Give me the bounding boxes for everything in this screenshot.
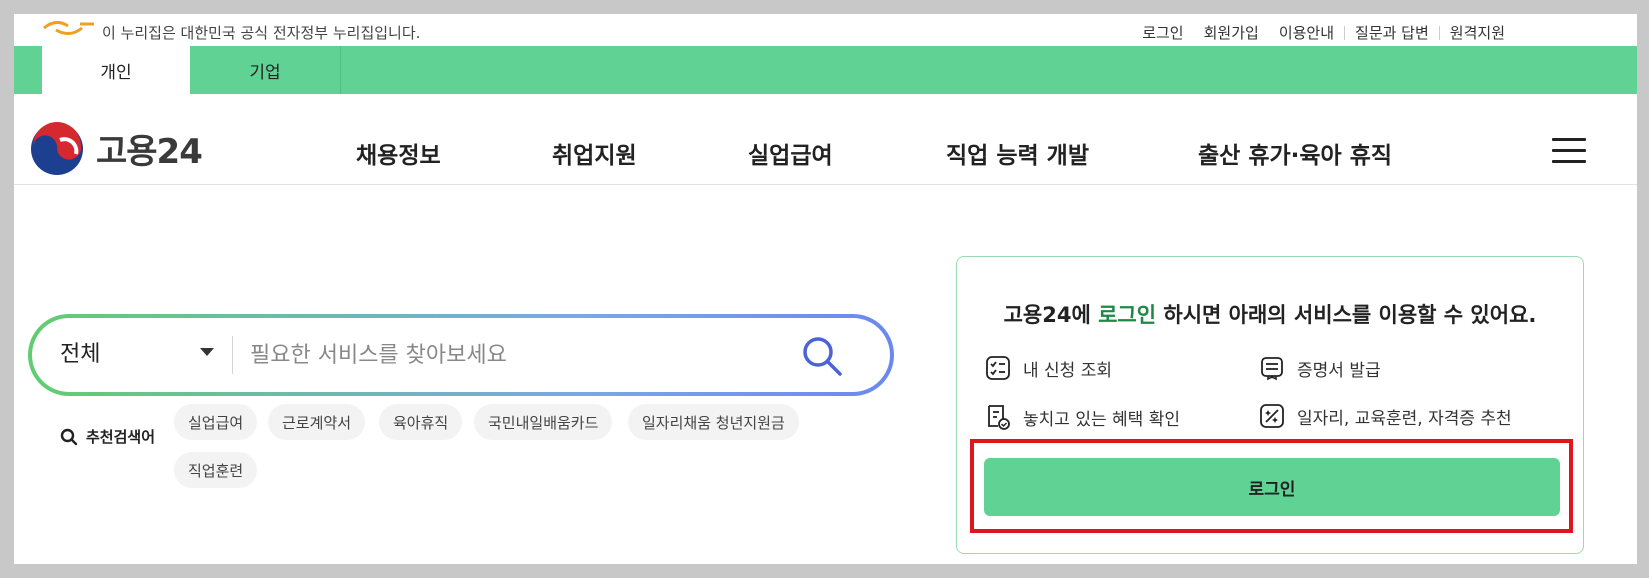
search-icon[interactable]: [798, 332, 846, 380]
overlay-bottom-edge: [0, 564, 1649, 578]
keyword-chip[interactable]: 직업훈련: [174, 452, 258, 488]
service-item[interactable]: 일자리, 교육훈련, 자격증 추천: [1259, 403, 1512, 429]
search-divider: [232, 336, 233, 374]
chevron-down-icon[interactable]: [200, 348, 214, 356]
title-suffix: 하시면 아래의 서비스를 이용할 수 있어요.: [1156, 303, 1537, 327]
login-panel-title: 고용24에 로그인 하시면 아래의 서비스를 이용할 수 있어요.: [957, 299, 1583, 329]
menu-skill-development[interactable]: 직업 능력 개발: [946, 136, 1089, 170]
util-signup-link[interactable]: 회원가입: [1194, 22, 1269, 43]
page: 이 누리집은 대한민국 공식 전자정부 누리집입니다. 로그인 회원가입 이용안…: [0, 14, 1649, 564]
checklist-icon: [986, 356, 1010, 380]
benefit-check-icon: [988, 405, 1010, 430]
search-small-icon: [60, 428, 78, 445]
util-remote-support-link[interactable]: 원격지원: [1440, 22, 1515, 43]
service-item[interactable]: 내 신청 조회: [985, 355, 1112, 381]
menu-parental-leave[interactable]: 출산 휴가·육아 휴직: [1198, 136, 1392, 170]
menu-employment-support[interactable]: 취업지원: [552, 136, 637, 170]
keyword-chip[interactable]: 육아휴직: [379, 404, 463, 440]
title-prefix: 고용24에: [1003, 303, 1099, 327]
service-label: 일자리, 교육훈련, 자격증 추천: [1297, 408, 1512, 429]
login-button[interactable]: 로그인: [984, 458, 1560, 516]
keyword-chip[interactable]: 실업급여: [174, 404, 258, 440]
util-guide-link[interactable]: 이용안내: [1269, 22, 1344, 43]
recommended-keywords-label: 추천검색어: [60, 426, 155, 447]
search-scope-select[interactable]: 전체: [60, 336, 100, 368]
gov-banner-text: 이 누리집은 대한민국 공식 전자정부 누리집입니다.: [102, 24, 421, 42]
menu-unemployment-benefit[interactable]: 실업급여: [748, 136, 833, 170]
gov-banner: 이 누리집은 대한민국 공식 전자정부 누리집입니다. 로그인 회원가입 이용안…: [14, 14, 1637, 44]
tab-business[interactable]: 기업: [190, 46, 341, 94]
recommend-icon: [1260, 404, 1284, 428]
menu-recruitment[interactable]: 채용정보: [356, 136, 441, 170]
title-highlight: 로그인: [1098, 303, 1157, 327]
keyword-chip[interactable]: 국민내일배움카드: [474, 404, 613, 440]
overlay-left-edge: [0, 0, 14, 578]
certificate-icon: [1261, 357, 1283, 381]
util-qna-link[interactable]: 질문과 답변: [1345, 22, 1439, 43]
taegeuk-logo-icon[interactable]: [30, 122, 84, 176]
util-login-link[interactable]: 로그인: [1132, 22, 1193, 43]
service-item[interactable]: 증명서 발급: [1259, 355, 1381, 381]
egovernment-logo-icon: [43, 21, 94, 35]
service-label: 내 신청 조회: [1023, 360, 1113, 381]
service-label: 놓치고 있는 혜택 확인: [1023, 409, 1180, 430]
login-panel: 고용24에 로그인 하시면 아래의 서비스를 이용할 수 있어요. 내 신청 조…: [956, 256, 1584, 554]
service-item[interactable]: 놓치고 있는 혜택 확인: [985, 403, 1180, 431]
audience-tab-bar: 개인 기업: [0, 46, 1649, 94]
keyword-chip[interactable]: 근로계약서: [268, 404, 366, 440]
tab-individual[interactable]: 개인: [42, 46, 190, 94]
overlay-right-edge: [1637, 0, 1649, 578]
keyword-chip[interactable]: 일자리채움 청년지원금: [628, 404, 799, 440]
hamburger-menu-icon[interactable]: [1552, 138, 1586, 164]
utility-nav: 로그인 회원가입 이용안내 질문과 답변 원격지원: [1132, 22, 1515, 43]
site-logo-text[interactable]: 고용24: [96, 124, 203, 173]
recommended-label-text: 추천검색어: [86, 428, 156, 446]
search-input[interactable]: [248, 334, 772, 376]
search-box: 전체: [28, 314, 894, 396]
service-label: 증명서 발급: [1297, 360, 1381, 381]
main-header: 고용24 채용정보 취업지원 실업급여 직업 능력 개발 출산 휴가·육아 휴직: [14, 94, 1637, 185]
